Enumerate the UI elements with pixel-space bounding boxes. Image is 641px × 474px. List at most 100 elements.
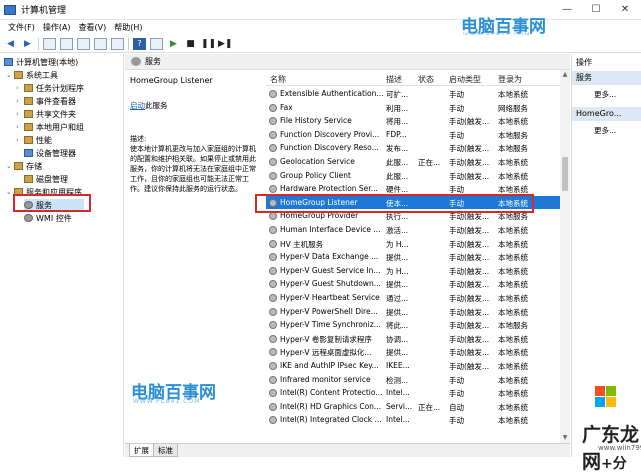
scroll-down-icon[interactable]: ▼ <box>560 433 570 443</box>
help-icon[interactable]: ? <box>133 37 146 50</box>
service-row[interactable]: Hyper-V Guest Service In... 为 H... 手动(触发..… <box>266 264 560 278</box>
tree-item-task-scheduler[interactable]: › 任务计划程序 <box>16 82 84 94</box>
service-row[interactable]: Hyper-V Data Exchange ... 提供... 手动(触发... 本地… <box>266 250 560 264</box>
actions-section-homegroup[interactable]: HomeGro... <box>572 107 641 121</box>
service-row[interactable]: Fax 利用... 手动 网络服务 <box>266 101 560 115</box>
tree-item-local-users[interactable]: › 本地用户和组 <box>16 121 84 133</box>
service-startup-type: 手动(触发... <box>449 280 490 290</box>
tree-item-wmi[interactable]: WMI 控件 <box>24 212 72 224</box>
service-description: 通过... <box>386 294 409 303</box>
menu-file[interactable]: 文件(F) <box>8 22 35 33</box>
service-row[interactable]: Hyper-V 远程桌面虚拟化... 提供... 手动(触发... 本地系统 <box>266 345 560 359</box>
service-row[interactable]: File History Service 将用... 手动(触发... 本地系统 <box>266 114 560 128</box>
service-name: Function Discovery Reso... <box>280 143 379 153</box>
window-title: 计算机管理 <box>21 6 67 16</box>
service-row[interactable]: Hyper-V Heartbeat Service 通过... 手动(触发... 本地… <box>266 291 560 305</box>
tree-root-label: 计算机管理(本地) <box>16 57 79 67</box>
service-gear-icon <box>269 239 277 248</box>
service-row[interactable]: Intel(R) Integrated Clock ... Intel... 手动 本… <box>266 413 560 427</box>
service-row[interactable]: Function Discovery Provi... FDP... 手动 本地服务 <box>266 128 560 142</box>
vertical-scrollbar[interactable]: ▲ ▼ <box>560 70 570 443</box>
service-description: IKEE... <box>386 361 410 370</box>
service-gear-icon <box>269 171 277 180</box>
back-arrow-icon[interactable]: ◀ <box>4 38 17 50</box>
column-log-on-as[interactable]: 登录为 <box>498 74 522 85</box>
service-row[interactable]: Extensible Authentication... 可扩... 手动 本地系统 <box>266 87 560 101</box>
service-row[interactable]: Intel(R) Content Protectio... Intel... 手动 本… <box>266 386 560 400</box>
refresh-icon[interactable] <box>94 37 107 50</box>
show-tree-icon[interactable] <box>60 37 73 50</box>
shared-folder-icon <box>24 110 33 118</box>
service-row[interactable]: HV 主机服务 为 H... 手动(触发... 本地系统 <box>266 237 560 251</box>
service-row[interactable]: Hyper-V 卷影复制请求程序 协调... 手动(触发... 本地系统 <box>266 332 560 346</box>
scroll-up-icon[interactable]: ▲ <box>560 70 570 80</box>
service-gear-icon <box>269 348 277 357</box>
tree-item-storage[interactable]: ⌄ 存储 <box>6 160 42 172</box>
service-description: 此服... <box>386 171 409 181</box>
console-icon[interactable] <box>150 37 163 50</box>
maximize-button[interactable]: ☐ <box>582 0 610 20</box>
tree-item-event-viewer[interactable]: › 事件查看器 <box>16 95 76 107</box>
export-list-icon[interactable] <box>111 37 124 50</box>
service-row[interactable]: Group Policy Client 此服... 手动(触发... 本地系统 <box>266 169 560 183</box>
service-log-on-as: 本地系统 <box>498 280 528 290</box>
service-description: 为 H... <box>386 239 409 249</box>
brand-url: www.wiin7999.com <box>598 444 641 452</box>
menu-view[interactable]: 查看(V) <box>79 22 107 33</box>
tree-item-shared-folders[interactable]: › 共享文件夹 <box>16 108 76 120</box>
service-row[interactable]: Function Discovery Reso... 发布... 手动(触发... 本… <box>266 141 560 155</box>
pause-service-icon[interactable]: ❚❚ <box>201 38 216 50</box>
service-row[interactable]: Geolocation Service 此服... 正在... 手动(触发... 本地系… <box>266 155 560 169</box>
minimize-button[interactable]: — <box>553 0 581 20</box>
folder-up-icon[interactable] <box>43 37 56 50</box>
column-name[interactable]: 名称 <box>270 74 286 85</box>
service-gear-icon <box>269 117 277 126</box>
tree-item-system-tools[interactable]: ⌄ 系统工具 <box>6 69 58 81</box>
chevron-right-icon[interactable]: › <box>16 123 24 131</box>
start-service-link[interactable]: 启动 <box>130 101 145 110</box>
tab-extended[interactable]: 扩展 <box>129 444 154 457</box>
service-gear-icon <box>269 158 277 166</box>
actions-section-services[interactable]: 服务 <box>572 71 641 85</box>
forward-arrow-icon[interactable]: ▶ <box>21 38 34 50</box>
column-status[interactable]: 状态 <box>418 74 434 85</box>
chevron-right-icon[interactable]: › <box>16 110 24 118</box>
service-row[interactable]: Hyper-V Time Synchroniz... 将此... 手动(触发... 本… <box>266 318 560 332</box>
service-row[interactable]: Infrared monitor service 检测... 手动 本地系统 <box>266 373 560 387</box>
service-log-on-as: 本地系统 <box>498 362 528 371</box>
chevron-down-icon[interactable]: ⌄ <box>6 162 14 170</box>
more-actions-services[interactable]: 更多... <box>594 89 616 100</box>
service-row[interactable]: Human Interface Device ... 激活... 手动(触发... 本… <box>266 223 560 237</box>
service-row[interactable]: Hyper-V PowerShell Dire... 提供... 手动(触发... 本… <box>266 305 560 319</box>
tree-item-disk-management[interactable]: 磁盘管理 <box>24 173 68 185</box>
restart-service-icon[interactable]: ▶❚ <box>218 38 232 50</box>
tree-item-device-manager[interactable]: 设备管理器 <box>24 147 76 159</box>
stop-service-icon[interactable]: ■ <box>184 38 197 50</box>
close-button[interactable]: ✕ <box>611 0 639 20</box>
computer-icon <box>4 58 13 66</box>
scroll-thumb[interactable] <box>562 157 568 191</box>
chevron-right-icon[interactable]: › <box>16 84 24 92</box>
description-label: 描述: <box>130 135 147 143</box>
chevron-right-icon[interactable]: › <box>16 97 24 105</box>
tree-item-performance[interactable]: › 性能 <box>16 134 52 146</box>
service-row[interactable]: Intel(R) HD Graphics Con... Servi... 正在...… <box>266 400 560 414</box>
service-log-on-as: 本地系统 <box>498 117 528 127</box>
menu-help[interactable]: 帮助(H) <box>114 22 142 33</box>
more-actions-homegroup[interactable]: 更多... <box>594 125 616 136</box>
service-row[interactable]: Hyper-V Guest Shutdown... 提供... 手动(触发... 本地… <box>266 277 560 291</box>
tab-standard[interactable]: 标准 <box>153 444 178 457</box>
properties-icon[interactable] <box>77 37 90 50</box>
service-row[interactable]: IKE and AuthIP IPsec Key... IKEE... 手动(触发.… <box>266 359 560 373</box>
menu-action[interactable]: 操作(A) <box>43 22 71 33</box>
column-startup-type[interactable]: 启动类型 <box>449 74 481 85</box>
service-log-on-as: 本地系统 <box>498 253 528 263</box>
service-name: Extensible Authentication... <box>280 89 384 98</box>
service-log-on-as: 本地系统 <box>498 402 528 412</box>
tree-root[interactable]: 计算机管理(本地) <box>4 56 78 68</box>
chevron-right-icon[interactable]: › <box>16 136 24 144</box>
column-description[interactable]: 描述 <box>386 74 402 85</box>
chevron-down-icon[interactable]: ⌄ <box>6 71 14 79</box>
start-service-icon[interactable]: ▶ <box>167 38 180 50</box>
service-description: 将此... <box>386 321 409 331</box>
